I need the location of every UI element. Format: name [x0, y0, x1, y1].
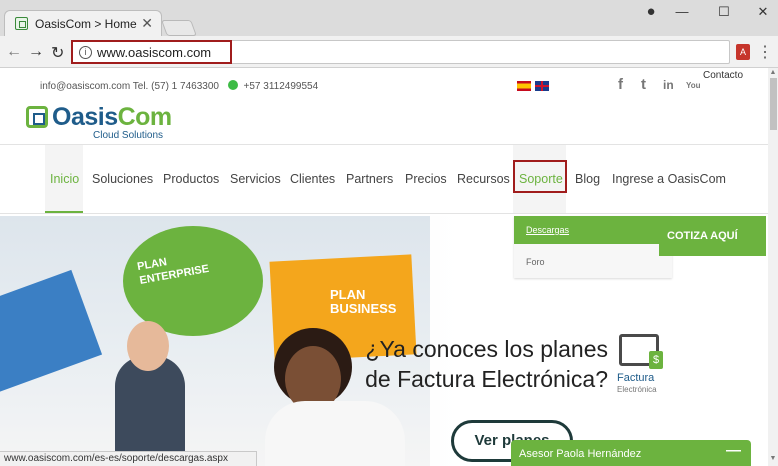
person-woman-image — [265, 401, 405, 466]
tab-home[interactable]: OasisCom > Home ✕ — [4, 10, 162, 36]
back-icon[interactable]: ← — [6, 43, 22, 61]
chat-agent-name: Asesor Paola Hernández — [519, 448, 642, 460]
electronica-label: Electrónica — [617, 385, 657, 394]
favicon-icon — [15, 17, 28, 30]
nav-inicio[interactable]: Inicio — [50, 172, 79, 186]
chat-widget[interactable]: Asesor Paola Hernández — — [511, 440, 751, 466]
person-man-head — [127, 321, 169, 371]
youtube-icon[interactable]: You — [686, 81, 701, 90]
business-bubble-text: PLAN BUSINESS — [330, 288, 396, 316]
hero-title: ¿Ya conoces los planes de Factura Electr… — [365, 336, 608, 392]
nav-precios[interactable]: Precios — [405, 172, 447, 186]
facebook-icon[interactable]: f — [618, 76, 623, 93]
scroll-down-icon[interactable]: ▼ — [768, 455, 778, 465]
pdf-extension-icon[interactable]: A — [736, 44, 750, 60]
profile-icon[interactable]: ● — [636, 3, 666, 20]
logo-icon[interactable] — [26, 106, 48, 128]
webpage: info@oasiscom.com Tel. (57) 1 7463300 +5… — [0, 68, 768, 466]
cotiza-button[interactable]: COTIZA AQUÍ — [659, 216, 766, 256]
nav-recursos[interactable]: Recursos — [457, 172, 510, 186]
new-tab-button[interactable] — [161, 20, 197, 36]
status-bar: www.oasiscom.com/es-es/soporte/descargas… — [0, 451, 257, 466]
maximize-button[interactable]: ☐ — [709, 4, 739, 20]
logo-subtitle: Cloud Solutions — [93, 130, 164, 141]
spanish-flag-icon[interactable] — [517, 81, 531, 91]
browser-menu-icon[interactable]: ⋮ — [757, 42, 773, 62]
nav-blog[interactable]: Blog — [575, 172, 600, 186]
person-man-image — [115, 356, 185, 466]
nav-ingrese[interactable]: Ingrese a OasisCom — [612, 172, 726, 186]
whatsapp-number[interactable]: +57 3112499554 — [244, 81, 319, 92]
nav-partners[interactable]: Partners — [346, 172, 393, 186]
contacto-link[interactable]: Contacto — [703, 70, 743, 81]
nav-clientes[interactable]: Clientes — [290, 172, 335, 186]
logo-text[interactable]: OasisCom — [52, 103, 172, 132]
soporte-dropdown: Descargas Foro — [514, 216, 672, 278]
dropdown-item-descargas[interactable]: Descargas — [514, 216, 672, 244]
contact-line: info@oasiscom.com Tel. (57) 1 7463300 +5… — [40, 80, 318, 92]
nav-soluciones[interactable]: Soluciones — [92, 172, 153, 186]
factura-label: Factura — [617, 372, 655, 384]
whatsapp-icon — [227, 80, 238, 90]
url-highlight-box — [71, 40, 232, 64]
minimize-button[interactable]: — — [667, 4, 697, 19]
dropdown-item-foro[interactable]: Foro — [526, 257, 545, 267]
logo-text-accent: Com — [117, 103, 173, 131]
main-nav: Inicio Soluciones Productos Servicios Cl… — [0, 144, 768, 214]
tab-strip: OasisCom > Home ✕ ● — ☐ ✕ — [0, 0, 778, 36]
soporte-highlight-box — [513, 160, 567, 193]
english-flag-icon[interactable] — [535, 81, 549, 91]
business-bubble-label: PLAN BUSINESS — [330, 287, 397, 316]
logo-text-main: Oasis — [52, 103, 118, 131]
tab-title: OasisCom > Home — [35, 17, 137, 31]
close-window-button[interactable]: ✕ — [748, 4, 778, 20]
nav-servicios[interactable]: Servicios — [230, 172, 281, 186]
factura-electronica-icon — [619, 334, 663, 369]
linkedin-icon[interactable]: in — [663, 78, 674, 92]
email-phone-text: info@oasiscom.com Tel. (57) 1 7463300 — [40, 81, 219, 92]
scrollbar-thumb[interactable] — [770, 78, 777, 130]
tab-close-icon[interactable]: ✕ — [141, 15, 153, 32]
chat-minimize-icon[interactable]: — — [726, 442, 741, 459]
reload-icon[interactable]: ↻ — [51, 43, 64, 63]
nav-productos[interactable]: Productos — [163, 172, 219, 186]
twitter-icon[interactable]: t — [641, 76, 646, 93]
forward-icon[interactable]: → — [28, 43, 44, 61]
startup-bubble-image — [0, 269, 103, 393]
dropdown-label-descargas[interactable]: Descargas — [526, 225, 569, 235]
